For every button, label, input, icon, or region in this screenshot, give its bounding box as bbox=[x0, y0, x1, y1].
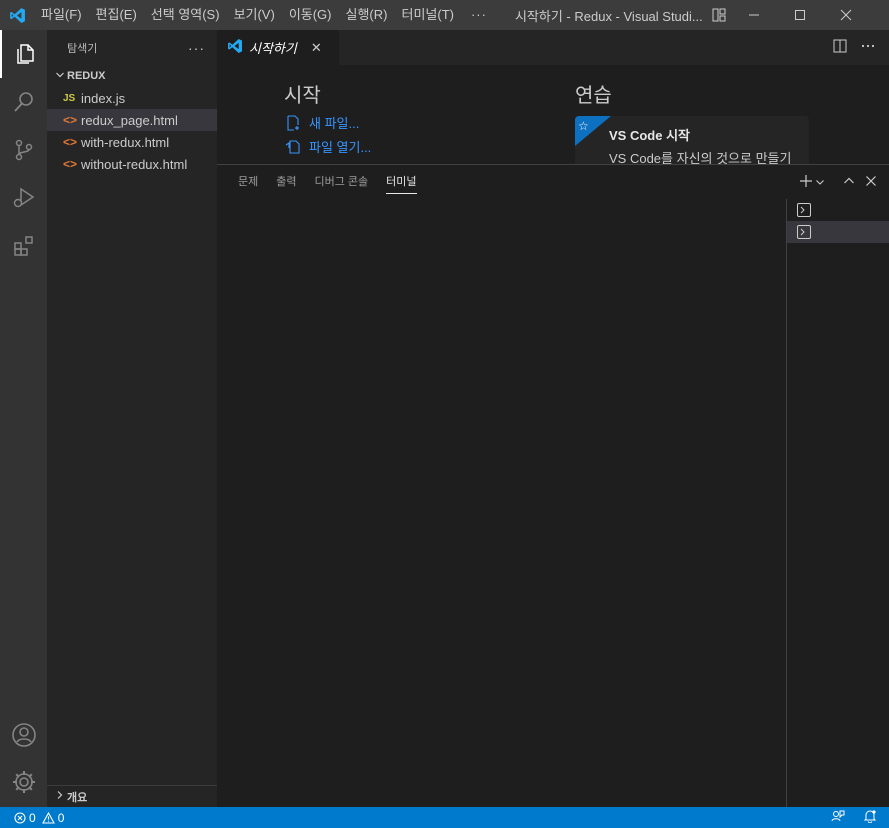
explorer-sidebar: 탐색기 ··· REDUX JS index.js <> redux_page.… bbox=[47, 30, 217, 807]
new-file-label: 새 파일... bbox=[309, 116, 360, 131]
menu-bar: 파일(F) 편집(E) 선택 영역(S) 보기(V) 이동(G) 실행(R) 터… bbox=[34, 0, 497, 30]
search-icon[interactable] bbox=[0, 78, 47, 126]
file-redux-page-html[interactable]: <> redux_page.html bbox=[47, 109, 217, 131]
js-file-icon: JS bbox=[63, 92, 76, 104]
tab-welcome[interactable]: 시작하기 ✕ bbox=[217, 30, 339, 65]
html-file-icon: <> bbox=[63, 113, 78, 127]
outline-section[interactable]: 개요 bbox=[47, 785, 217, 807]
sidebar-header: 탐색기 ··· bbox=[47, 30, 217, 65]
open-file-label: 파일 열기... bbox=[309, 140, 372, 155]
menu-more-icon[interactable]: ··· bbox=[461, 0, 497, 30]
menu-view[interactable]: 보기(V) bbox=[227, 0, 282, 30]
tab-output[interactable]: 출력 bbox=[267, 165, 305, 200]
problems-status[interactable]: 0 0 bbox=[0, 811, 64, 825]
close-window-icon[interactable] bbox=[823, 0, 869, 30]
warning-count: 0 bbox=[57, 810, 65, 825]
maximize-panel-icon[interactable] bbox=[843, 175, 855, 190]
split-editor-icon[interactable] bbox=[833, 39, 847, 56]
file-name: redux_page.html bbox=[81, 112, 178, 128]
chevron-down-icon bbox=[53, 70, 67, 83]
terminal-icon bbox=[797, 203, 811, 217]
walkthrough-card[interactable]: ☆ VS Code 시작 VS Code를 자신의 것으로 만들기 bbox=[575, 116, 809, 164]
new-terminal-icon[interactable] bbox=[799, 174, 813, 191]
file-name: with-redux.html bbox=[81, 134, 170, 150]
status-bar: 0 0 bbox=[0, 807, 889, 828]
menu-run[interactable]: 실행(R) bbox=[339, 0, 395, 30]
explorer-icon[interactable] bbox=[0, 30, 47, 78]
status-right bbox=[831, 807, 877, 828]
new-file-link[interactable]: 새 파일... bbox=[285, 113, 359, 132]
menu-selection[interactable]: 선택 영역(S) bbox=[144, 0, 227, 30]
run-debug-icon[interactable] bbox=[0, 174, 47, 222]
live-share-feedback-icon[interactable] bbox=[831, 809, 845, 826]
more-actions-icon[interactable]: ··· bbox=[188, 40, 205, 56]
tab-terminal[interactable]: 터미널 bbox=[377, 165, 425, 200]
terminal-icon bbox=[797, 225, 811, 239]
outline-label: 개요 bbox=[67, 791, 88, 804]
folder-label: REDUX bbox=[67, 70, 106, 82]
start-heading: 시작 bbox=[284, 85, 321, 107]
error-count: 0 bbox=[29, 810, 36, 825]
walkthrough-heading: 연습 bbox=[575, 85, 612, 107]
terminal-instance-2[interactable] bbox=[787, 221, 889, 243]
welcome-page: 시작 새 파일... 파일 열기... 연습 ☆ VS Code 시작 VS C… bbox=[217, 65, 889, 164]
file-name: without-redux.html bbox=[81, 156, 188, 172]
extensions-icon[interactable] bbox=[0, 222, 47, 270]
minimize-icon[interactable] bbox=[731, 0, 777, 30]
maximize-icon[interactable] bbox=[777, 0, 823, 30]
notifications-bell-icon[interactable] bbox=[863, 809, 877, 826]
close-tab-icon[interactable]: ✕ bbox=[311, 40, 322, 56]
activity-bar bbox=[0, 30, 47, 807]
chevron-down-icon[interactable] bbox=[815, 175, 825, 190]
menu-go[interactable]: 이동(G) bbox=[282, 0, 339, 30]
file-with-redux-html[interactable]: <> with-redux.html bbox=[47, 131, 217, 153]
tab-debug-console[interactable]: 디버그 콘솔 bbox=[306, 165, 378, 200]
html-file-icon: <> bbox=[63, 157, 78, 171]
title-bar: 파일(F) 편집(E) 선택 영역(S) 보기(V) 이동(G) 실행(R) 터… bbox=[0, 0, 889, 30]
tab-problems[interactable]: 문제 bbox=[229, 165, 267, 200]
menu-edit[interactable]: 편집(E) bbox=[89, 0, 144, 30]
error-icon bbox=[14, 811, 26, 824]
star-icon: ☆ bbox=[578, 119, 589, 133]
folder-redux[interactable]: REDUX bbox=[47, 65, 217, 87]
open-file-link[interactable]: 파일 열기... bbox=[285, 137, 371, 156]
menu-terminal[interactable]: 터미널(T) bbox=[394, 0, 460, 30]
vscode-logo-icon bbox=[0, 0, 34, 30]
panel-actions bbox=[799, 165, 877, 200]
file-name: index.js bbox=[81, 90, 126, 106]
account-icon[interactable] bbox=[0, 711, 47, 759]
warning-icon bbox=[41, 811, 55, 824]
terminal-area[interactable] bbox=[217, 200, 786, 808]
source-control-icon[interactable] bbox=[0, 126, 47, 174]
chevron-right-icon bbox=[53, 790, 67, 803]
customize-layout-icon[interactable] bbox=[707, 0, 731, 30]
terminal-list bbox=[786, 199, 889, 807]
sidebar-title: 탐색기 bbox=[67, 42, 98, 55]
settings-gear-icon[interactable] bbox=[0, 758, 47, 806]
card-description: VS Code를 자신의 것으로 만들기 bbox=[609, 151, 792, 164]
more-actions-icon[interactable] bbox=[861, 39, 875, 56]
menu-file[interactable]: 파일(F) bbox=[34, 0, 89, 30]
card-title: VS Code 시작 bbox=[609, 128, 690, 143]
bottom-panel: 문제 출력 디버그 콘솔 터미널 bbox=[217, 164, 889, 807]
editor-actions bbox=[833, 30, 875, 65]
window-title: 시작하기 - Redux - Visual Studi... bbox=[514, 8, 703, 24]
html-file-icon: <> bbox=[63, 135, 78, 149]
tab-label: 시작하기 bbox=[249, 41, 297, 56]
open-file-icon bbox=[285, 139, 300, 154]
vscode-tab-icon bbox=[227, 38, 243, 57]
close-panel-icon[interactable] bbox=[865, 175, 877, 190]
file-without-redux-html[interactable]: <> without-redux.html bbox=[47, 153, 217, 175]
panel-tabs: 문제 출력 디버그 콘솔 터미널 bbox=[229, 165, 426, 200]
editor-tabs-bar: 시작하기 ✕ bbox=[217, 30, 889, 65]
file-index-js[interactable]: JS index.js bbox=[47, 87, 217, 109]
new-file-icon bbox=[287, 114, 299, 131]
terminal-instance-1[interactable] bbox=[787, 199, 889, 221]
